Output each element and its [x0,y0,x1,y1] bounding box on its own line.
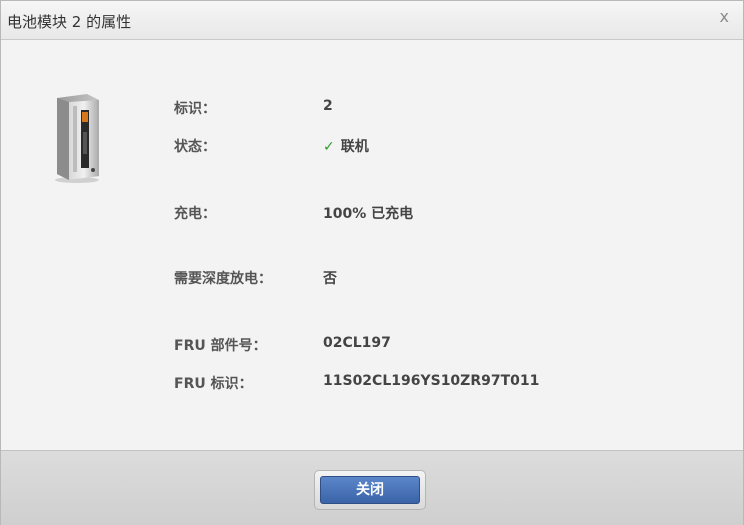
label-id: 标识： [174,101,216,117]
property-row-id: 标识： 2 [1,98,743,118]
close-button-frame: 关闭 [314,470,426,510]
property-row-charge: 充电： 100% 已充电 [1,203,743,223]
dialog-footer: 关闭 [1,450,743,525]
property-row-status: 状态： ✓ 联机 [1,136,743,156]
label-charge: 充电： [174,206,216,222]
checkmark-icon: ✓ [323,139,335,155]
value-status-wrapper: ✓ 联机 [323,136,369,156]
value-id: 2 [323,98,333,114]
label-status: 状态： [174,139,216,155]
dialog-content: 标识： 2 状态： ✓ 联机 充电： 100% 已充电 需要深度放电： 否 FRU… [1,40,743,450]
label-deep-discharge: 需要深度放电： [174,271,272,287]
dialog-titlebar: 电池模块 2 的属性 x [1,1,743,40]
value-fru-part: 02CL197 [323,335,391,351]
value-deep-discharge: 否 [323,271,337,287]
close-button[interactable]: 关闭 [320,476,420,504]
value-charge: 100% 已充电 [323,206,414,222]
value-status: 联机 [340,139,369,155]
property-row-fru-id: FRU 标识： 11S02CL196YS10ZR97T011 [1,373,743,393]
property-row-fru-part: FRU 部件号： 02CL197 [1,335,743,355]
label-fru-part: FRU 部件号： [174,338,267,354]
properties-dialog: 电池模块 2 的属性 x 标识： 2 状态： ✓ 联机 充电： 100% 已充电… [0,0,744,525]
close-icon[interactable]: x [720,9,729,25]
value-fru-id: 11S02CL196YS10ZR97T011 [323,373,540,389]
dialog-title: 电池模块 2 的属性 [7,13,132,31]
label-fru-id: FRU 标识： [174,376,253,392]
property-row-deep-discharge: 需要深度放电： 否 [1,268,743,288]
